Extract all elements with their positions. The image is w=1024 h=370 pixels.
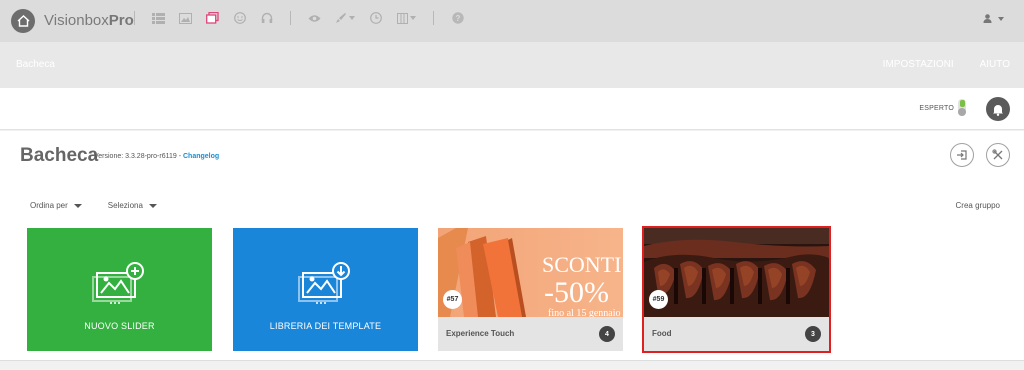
slider-card[interactable]: SCONTI -50% fino al 15 gennaio #57 Exper… [438, 228, 623, 351]
nav-divider [433, 11, 434, 25]
subheader-bar: Bacheca IMPOSTAZIONI AIUTO [0, 42, 1024, 88]
chevron-down-icon [349, 16, 355, 20]
thumb-note-text: fino al 15 gennaio [548, 308, 620, 317]
filter-bar: Ordina per Seleziona [30, 201, 157, 210]
home-button[interactable] [11, 9, 35, 33]
template-library-label: LIBRERIA DEI TEMPLATE [269, 321, 382, 331]
user-icon [983, 14, 992, 23]
new-slider-card[interactable]: NUOVO SLIDER [27, 228, 212, 351]
slider-id-badge: #57 [443, 290, 462, 309]
page-title: Bacheca [20, 145, 99, 166]
steak-image [644, 228, 829, 317]
status-bar: ESPERTO [0, 88, 1024, 130]
nav-divider [134, 11, 135, 25]
slide-count-badge: 4 [599, 326, 615, 342]
top-navbar: VisionboxPro ? [0, 0, 1024, 42]
help-icon[interactable]: ? [451, 12, 464, 25]
svg-text:?: ? [455, 14, 460, 23]
smiley-icon[interactable] [233, 12, 246, 25]
chevron-down-icon [148, 203, 157, 208]
slider-thumbnail: SCONTI -50% fino al 15 gennaio [438, 228, 623, 317]
notifications-button[interactable] [986, 97, 1010, 121]
create-group-link[interactable]: Crea gruppo [956, 201, 1000, 210]
version-info: Versione: 3.3.28-pro-r6119 - Changelog [94, 153, 219, 160]
brush-dropdown-icon[interactable] [335, 12, 355, 25]
slider-id-badge: #59 [649, 290, 668, 309]
brand-light-text: Visionbox [44, 12, 109, 29]
page-footer-strip [0, 361, 1024, 370]
home-icon [17, 15, 29, 27]
dashboard-panel: Bacheca Versione: 3.3.28-pro-r6119 - Cha… [0, 131, 1024, 361]
tools-button[interactable] [986, 143, 1010, 167]
slide-count-badge: 3 [805, 326, 821, 342]
grid-dropdown-icon[interactable] [396, 12, 416, 25]
headset-icon[interactable] [260, 12, 273, 25]
import-button[interactable] [950, 143, 974, 167]
nav-divider [290, 11, 291, 25]
changelog-link[interactable]: Changelog [183, 153, 219, 160]
toggle-indicator [960, 100, 965, 107]
list-view-icon[interactable] [152, 12, 165, 25]
slider-card-selected[interactable]: #59 Food 3 [642, 226, 831, 353]
user-menu[interactable] [983, 14, 1004, 23]
chevron-down-icon [409, 16, 416, 20]
media-icon[interactable] [179, 12, 192, 25]
help-link[interactable]: AIUTO [980, 59, 1010, 70]
new-slider-label: NUOVO SLIDER [84, 321, 155, 331]
toggle-knob[interactable] [958, 108, 966, 116]
breadcrumb[interactable]: Bacheca [16, 59, 55, 70]
template-library-card[interactable]: LIBRERIA DEI TEMPLATE [233, 228, 418, 351]
slider-name: Experience Touch [446, 329, 515, 338]
sliders-icon[interactable] [206, 12, 219, 25]
select-dropdown[interactable]: Seleziona [108, 201, 157, 210]
slider-thumbnail [644, 228, 829, 317]
thumb-discount-text: -50% [544, 276, 609, 309]
clock-icon[interactable] [369, 12, 382, 25]
nav-icon-bar: ? [124, 11, 471, 25]
eye-icon[interactable] [308, 12, 321, 25]
sort-dropdown[interactable]: Ordina per [30, 201, 82, 210]
subheader-links: IMPOSTAZIONI AIUTO [883, 59, 1010, 70]
import-icon [957, 150, 967, 160]
expert-mode-label: ESPERTO [919, 105, 954, 112]
version-text: Versione: 3.3.28-pro-r6119 - [94, 153, 182, 160]
chevron-down-icon [998, 16, 1004, 21]
add-image-icon [92, 262, 144, 304]
bell-icon [993, 104, 1003, 116]
sale-banner-image: SCONTI -50% fino al 15 gennaio [438, 228, 623, 317]
download-image-icon [298, 262, 350, 304]
sort-label: Ordina per [30, 201, 68, 210]
app-brand[interactable]: VisionboxPro [44, 12, 134, 29]
tools-icon [992, 149, 1003, 160]
settings-link[interactable]: IMPOSTAZIONI [883, 59, 954, 70]
chevron-down-icon [73, 203, 82, 208]
thumb-title-text: SCONTI [542, 252, 621, 277]
slider-name: Food [652, 329, 672, 338]
select-label: Seleziona [107, 201, 143, 210]
